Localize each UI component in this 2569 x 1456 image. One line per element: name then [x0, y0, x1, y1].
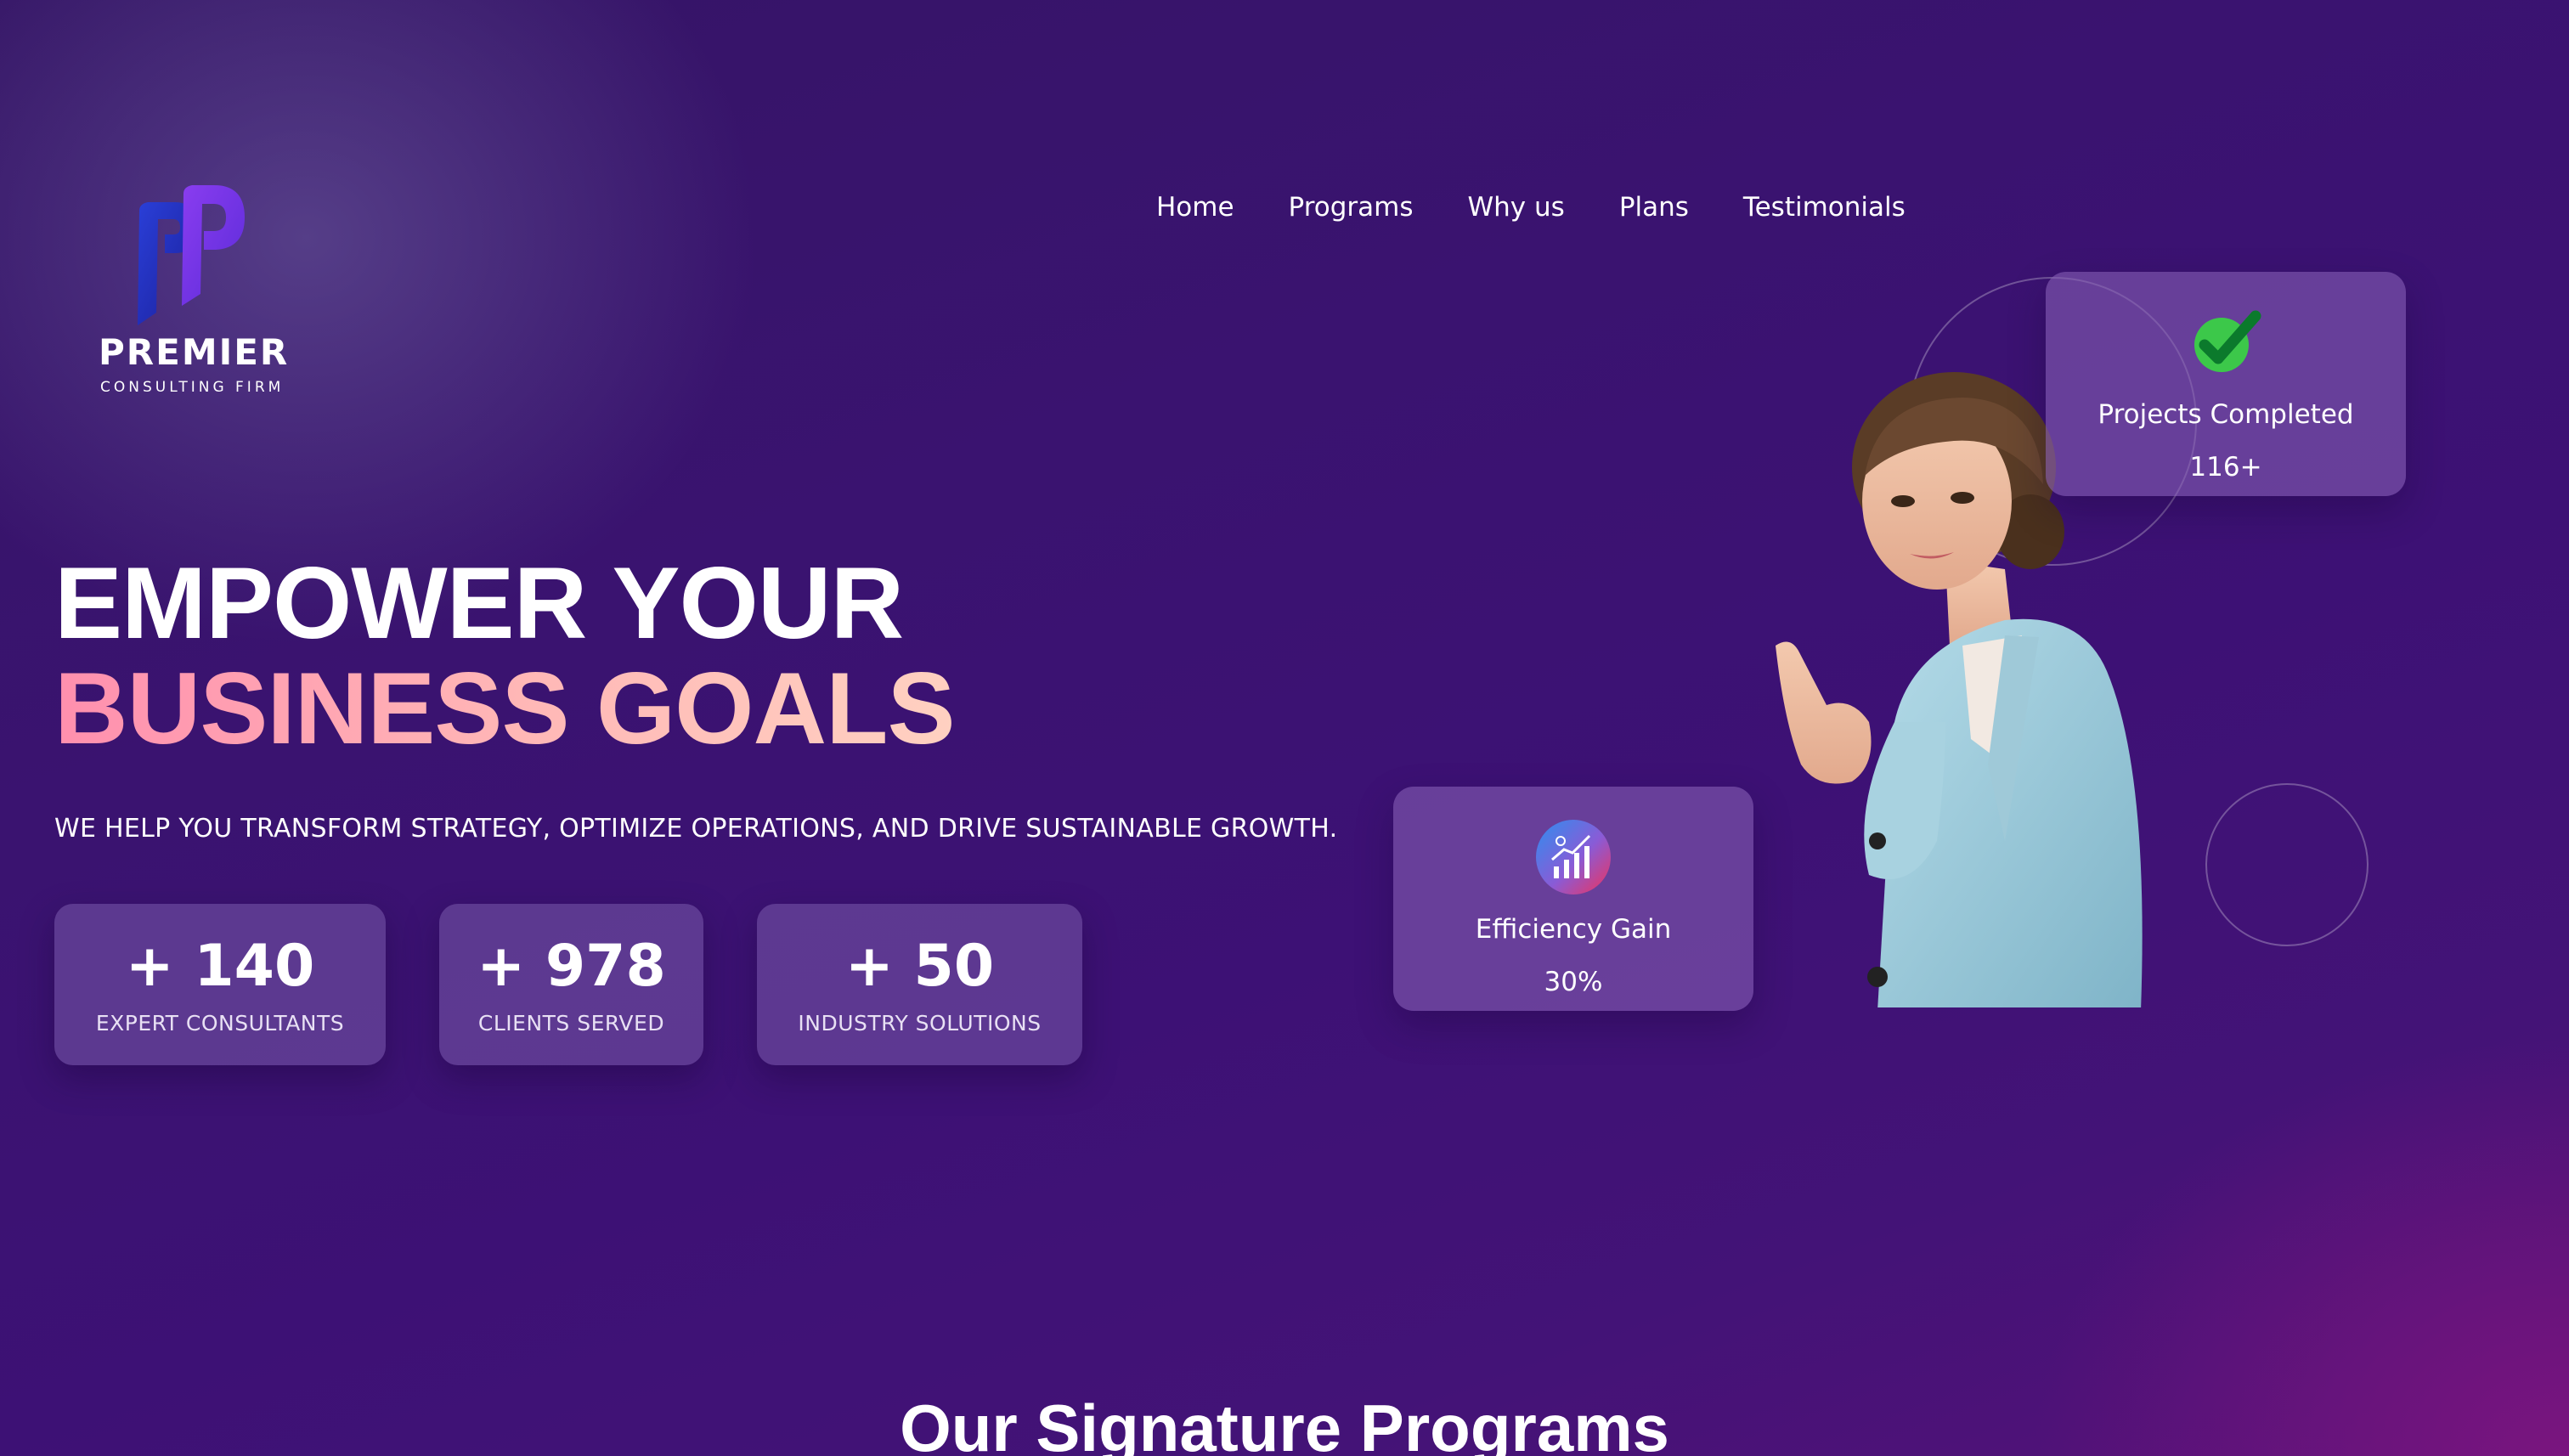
decorative-ring	[2205, 783, 2369, 946]
brand-subtitle: CONSULTING FIRM	[100, 379, 285, 396]
stat-label: INDUSTRY SOLUTIONS	[798, 1011, 1042, 1036]
headline-line-2: BUSINESS GOALS	[54, 652, 955, 765]
stat-value: + 978	[477, 933, 666, 1000]
projects-completed-title: Projects Completed	[2098, 399, 2354, 430]
section-title: Our Signature Programs	[900, 1391, 1669, 1456]
headline-line-1: EMPOWER YOUR	[54, 546, 904, 660]
projects-completed-value: 116+	[2189, 452, 2262, 483]
landing-page: PREMIER CONSULTING FIRM Home Programs Wh…	[0, 0, 2569, 1456]
main-nav: Home Programs Why us Plans Testimonials	[1156, 189, 1906, 226]
efficiency-gain-card: Efficiency Gain 30%	[1393, 787, 1753, 1011]
stat-card-consultants: + 140 EXPERT CONSULTANTS	[54, 904, 386, 1065]
nav-item-testimonials[interactable]: Testimonials	[1743, 189, 1906, 226]
stat-label: EXPERT CONSULTANTS	[95, 1011, 345, 1036]
hero-headline: EMPOWER YOUR BUSINESS GOALS	[54, 550, 955, 761]
projects-completed-card: Projects Completed 116+	[2046, 272, 2406, 496]
stat-value: + 140	[125, 933, 315, 1000]
efficiency-gain-title: Efficiency Gain	[1475, 914, 1672, 945]
nav-item-home[interactable]: Home	[1156, 189, 1234, 226]
pp-monogram-logo-icon	[138, 185, 245, 325]
stat-value: + 50	[844, 933, 995, 1000]
nav-item-why-us[interactable]: Why us	[1468, 189, 1565, 226]
check-icon	[2194, 310, 2261, 372]
hero-tagline: WE HELP YOU TRANSFORM STRATEGY, OPTIMIZE…	[54, 814, 1338, 844]
brand-name: PREMIER	[99, 331, 290, 373]
stat-card-clients: + 978 CLIENTS SERVED	[439, 904, 703, 1065]
nav-item-plans[interactable]: Plans	[1619, 189, 1689, 226]
brand-logo[interactable]: PREMIER CONSULTING FIRM	[95, 185, 291, 398]
efficiency-gain-value: 30%	[1544, 967, 1603, 997]
nav-item-programs[interactable]: Programs	[1289, 189, 1414, 226]
growth-chart-icon	[1536, 820, 1611, 894]
stat-card-solutions: + 50 INDUSTRY SOLUTIONS	[757, 904, 1082, 1065]
stat-label: CLIENTS SERVED	[477, 1011, 665, 1036]
